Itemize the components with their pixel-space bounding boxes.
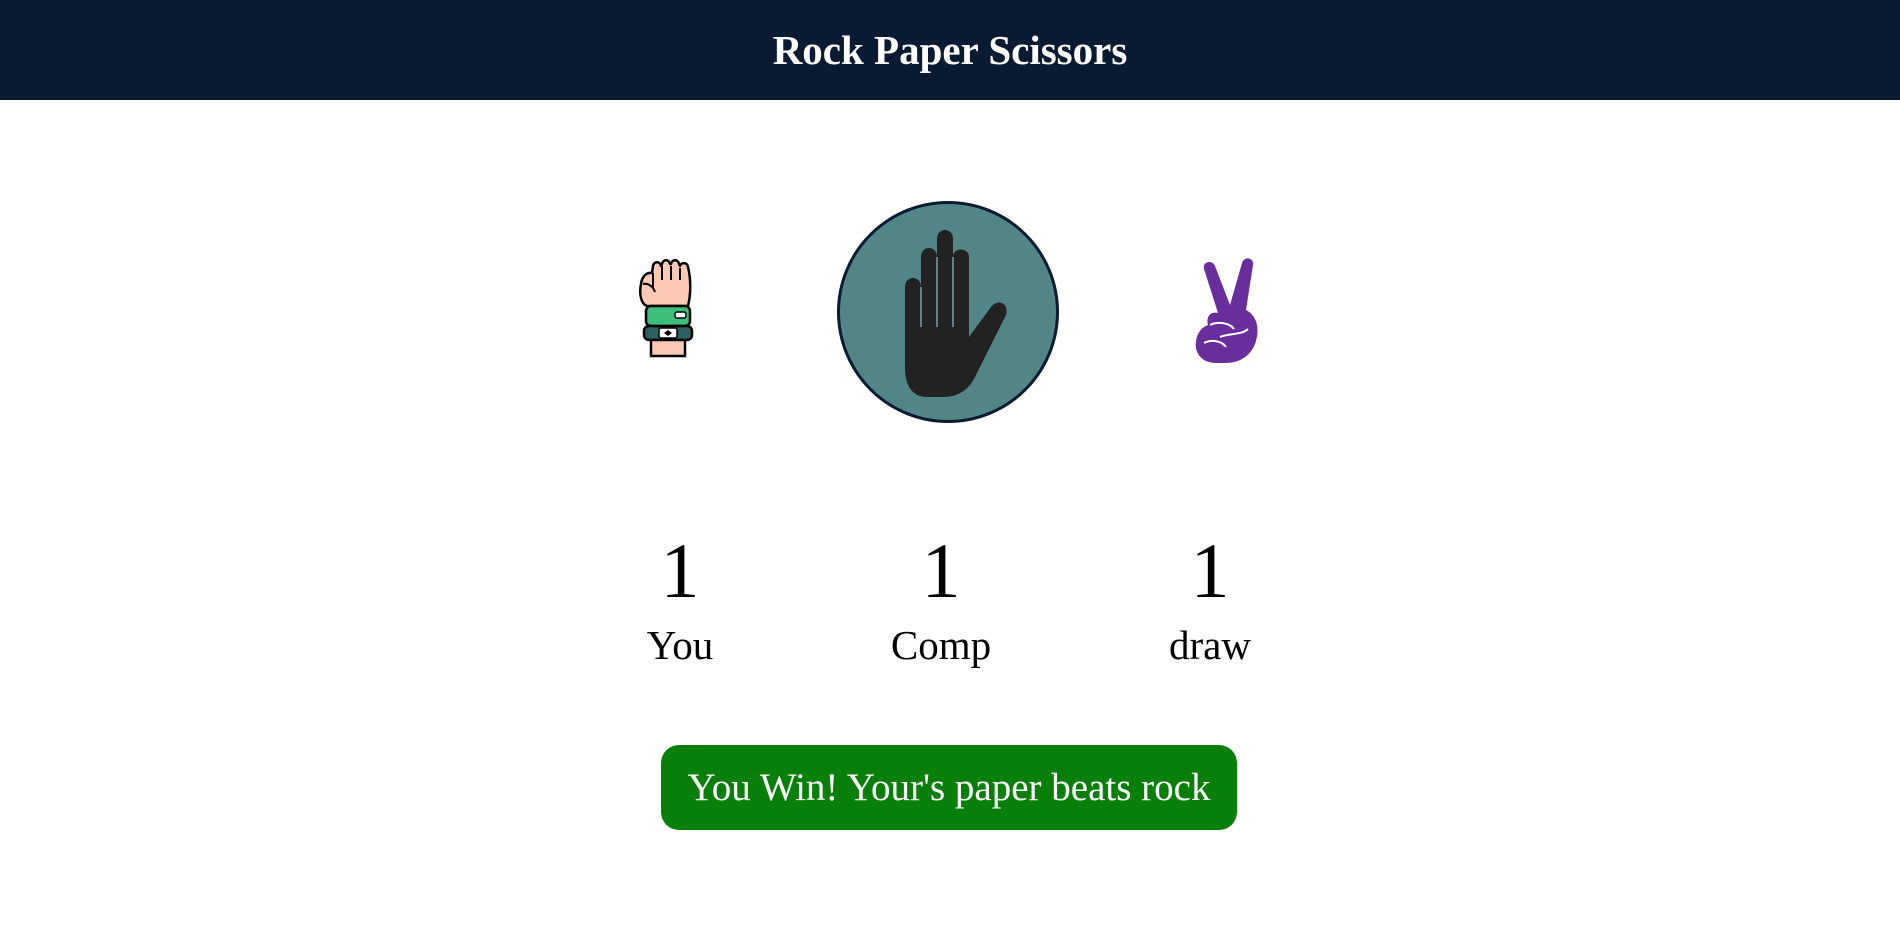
score-you-label: You: [646, 622, 714, 668]
page-title: Rock Paper Scissors: [772, 27, 1128, 73]
result-message: You Win! Your's paper beats rock: [661, 745, 1237, 830]
rock-choice-button[interactable]: [618, 244, 718, 384]
score-draw-label: draw: [1169, 622, 1251, 668]
paper-choice-button[interactable]: [837, 201, 1059, 423]
rock-fist-icon: [639, 259, 694, 358]
paper-hand-icon: [905, 230, 1007, 397]
score-comp-label: Comp: [890, 622, 992, 668]
page-header: Rock Paper Scissors: [0, 0, 1900, 100]
score-you-value: 1: [660, 527, 700, 614]
score-comp-value: 1: [921, 527, 961, 614]
score-draw: 1 draw: [1120, 532, 1300, 670]
score-comp: 1 Comp: [851, 532, 1031, 670]
score-you: 1 You: [590, 532, 770, 670]
score-draw-value: 1: [1190, 527, 1230, 614]
scissors-choice-button[interactable]: [1180, 247, 1280, 377]
scissors-peace-hand-icon: [1195, 257, 1258, 363]
